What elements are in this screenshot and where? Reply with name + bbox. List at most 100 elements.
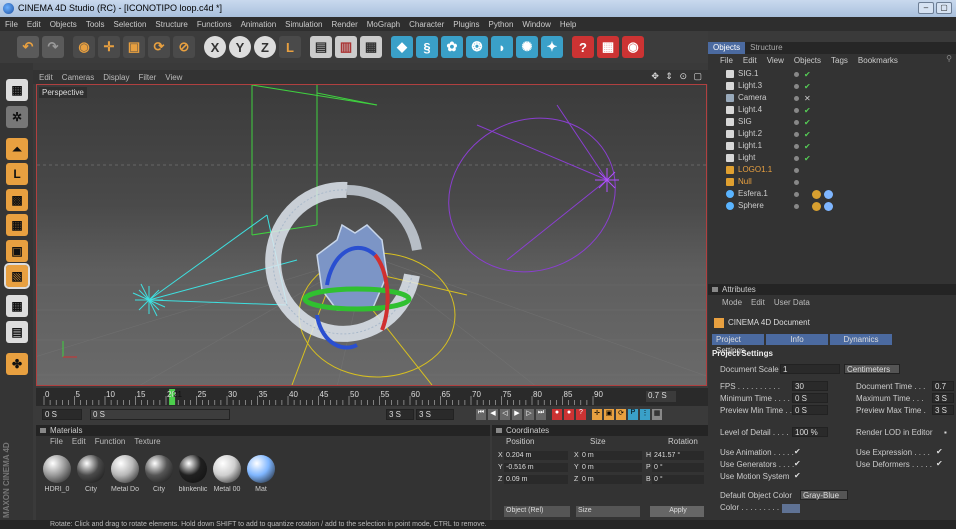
play-icon[interactable]: ▶ <box>512 409 522 420</box>
size-field[interactable]: 0 m <box>580 451 642 460</box>
material-swatch[interactable]: City <box>144 455 174 493</box>
visibility-dot-icon[interactable] <box>794 156 799 161</box>
render-picture-viewer-icon[interactable]: ▥ <box>335 36 357 58</box>
scale-key-icon[interactable]: ▣ <box>604 409 614 420</box>
material-swatch[interactable]: City <box>76 455 106 493</box>
y-axis-lock-icon[interactable]: Y <box>229 36 251 58</box>
x-axis-lock-icon[interactable]: X <box>204 36 226 58</box>
om-menu-view[interactable]: View <box>767 56 784 65</box>
recent-tool-icon[interactable]: ⊘ <box>173 36 195 58</box>
fps-field[interactable]: 30 <box>792 381 828 391</box>
menu-selection[interactable]: Selection <box>114 20 147 29</box>
om-menu-objects[interactable]: Objects <box>794 56 821 65</box>
material-swatch[interactable]: Metal 00 <box>212 455 242 493</box>
object-row[interactable]: SIG ✔ <box>708 116 956 128</box>
object-row[interactable]: Light.3 ✔ <box>708 80 956 92</box>
points-mode-icon[interactable]: ▩ <box>6 189 28 211</box>
array-icon[interactable]: ❂ <box>466 36 488 58</box>
tab-dynamics[interactable]: Dynamics <box>830 334 892 345</box>
object-row[interactable]: Esfera.1 <box>708 188 956 200</box>
parameter-key-icon[interactable]: P <box>628 409 638 420</box>
maximize-button[interactable]: ▢ <box>936 2 952 14</box>
material-swatch[interactable]: blinkenlic <box>178 455 208 493</box>
help-icon[interactable]: ? <box>572 36 594 58</box>
texture-tag-icon[interactable] <box>812 190 821 199</box>
texture-mode-icon[interactable]: ⏶ <box>6 138 28 160</box>
material-tag-icon[interactable] <box>824 190 833 199</box>
visibility-dot-icon[interactable] <box>794 168 799 173</box>
menu-simulation[interactable]: Simulation <box>285 20 322 29</box>
visibility-dot-icon[interactable] <box>794 96 799 101</box>
viewport-menu-cameras[interactable]: Cameras <box>62 73 94 82</box>
object-row[interactable]: Null <box>708 176 956 188</box>
preview-min-time-field[interactable]: 0 S <box>792 405 828 415</box>
nurbs-icon[interactable]: ✿ <box>441 36 463 58</box>
use-generators-checkbox[interactable]: ✔ <box>794 459 801 468</box>
menu-character[interactable]: Character <box>409 20 444 29</box>
default-object-color-dropdown[interactable]: Gray-Blue <box>800 490 848 500</box>
viewport-menu-filter[interactable]: Filter <box>138 73 156 82</box>
record-key-icon[interactable]: ● <box>552 409 562 420</box>
keyframe-selection-icon[interactable]: ? <box>576 409 586 420</box>
object-row[interactable]: SIG.1 ✔ <box>708 68 956 80</box>
om-menu-tags[interactable]: Tags <box>831 56 848 65</box>
am-menu-user-data[interactable]: User Data <box>774 297 810 308</box>
visibility-dot-icon[interactable] <box>794 132 799 137</box>
object-row[interactable]: Sphere <box>708 200 956 212</box>
level-of-detail-field[interactable]: 100 % <box>792 427 828 437</box>
visibility-dot-icon[interactable] <box>794 192 799 197</box>
materials-menu-function[interactable]: Function <box>95 436 126 447</box>
object-row[interactable]: Camera ✕ <box>708 92 956 104</box>
rotate-tool-icon[interactable]: ⟳ <box>148 36 170 58</box>
3d-viewport[interactable]: Perspective <box>36 84 707 386</box>
spline-pen-icon[interactable]: § <box>416 36 438 58</box>
previous-key-icon[interactable]: ◀ <box>488 409 498 420</box>
materials-menu-texture[interactable]: Texture <box>134 436 160 447</box>
size-field[interactable]: 0 m <box>580 475 642 484</box>
render-settings-icon[interactable]: ▦ <box>360 36 382 58</box>
document-scale-unit-dropdown[interactable]: Centimeters <box>844 364 900 374</box>
menu-help[interactable]: Help <box>560 20 576 29</box>
maximum-time-field[interactable]: 3 S <box>932 393 954 403</box>
redo-icon[interactable]: ↷ <box>42 36 64 58</box>
menu-plugins[interactable]: Plugins <box>453 20 479 29</box>
position-key-icon[interactable]: ✛ <box>592 409 602 420</box>
autokey-icon[interactable]: ● <box>564 409 574 420</box>
visibility-dot-icon[interactable] <box>794 120 799 125</box>
material-tag-icon[interactable] <box>824 202 833 211</box>
apply-button[interactable]: Apply <box>650 506 704 517</box>
menu-structure[interactable]: Structure <box>155 20 187 29</box>
document-scale-field[interactable]: 1 <box>780 364 840 374</box>
tab-info[interactable]: Info <box>766 334 828 345</box>
position-field[interactable]: 0.204 m <box>504 451 568 460</box>
color-swatch[interactable] <box>782 504 800 513</box>
use-deformers-checkbox[interactable]: ✔ <box>936 459 943 468</box>
live-selection-icon[interactable]: ◉ <box>73 36 95 58</box>
om-menu-file[interactable]: File <box>720 56 733 65</box>
viewport-navigation-icons[interactable]: ✥ ⇕ ⊙ ▢ <box>651 71 704 82</box>
go-to-end-icon[interactable]: ⏭ <box>536 409 546 420</box>
minimize-button[interactable]: – <box>918 2 934 14</box>
viewport-menu-display[interactable]: Display <box>103 73 129 82</box>
material-swatch[interactable]: HDRI_0 <box>42 455 72 493</box>
minimum-time-field[interactable]: 0 S <box>792 393 828 403</box>
scene-environment-icon[interactable]: ✺ <box>516 36 538 58</box>
om-menu-bookmarks[interactable]: Bookmarks <box>858 56 898 65</box>
edges-mode-icon[interactable]: ▦ <box>6 214 28 236</box>
menu-animation[interactable]: Animation <box>241 20 277 29</box>
size-mode-dropdown[interactable]: Size <box>576 506 640 517</box>
render-region-icon[interactable]: ◉ <box>622 36 644 58</box>
coordinate-mode-dropdown[interactable]: Object (Rel) <box>504 506 570 517</box>
use-expression-checkbox[interactable]: ✔ <box>936 447 943 456</box>
object-row[interactable]: Light.2 ✔ <box>708 128 956 140</box>
rotation-key-icon[interactable]: ⟳ <box>616 409 626 420</box>
menu-python[interactable]: Python <box>489 20 514 29</box>
texture-tag-icon[interactable] <box>812 202 821 211</box>
visibility-dot-icon[interactable] <box>794 84 799 89</box>
snap-icon[interactable]: ▦ <box>6 295 28 317</box>
tweak-mode-icon[interactable]: ✤ <box>6 353 28 375</box>
position-field[interactable]: -0.516 m <box>504 463 568 472</box>
menu-tools[interactable]: Tools <box>86 20 105 29</box>
menu-file[interactable]: File <box>5 20 18 29</box>
lock-workplane-icon[interactable]: ▤ <box>6 321 28 343</box>
